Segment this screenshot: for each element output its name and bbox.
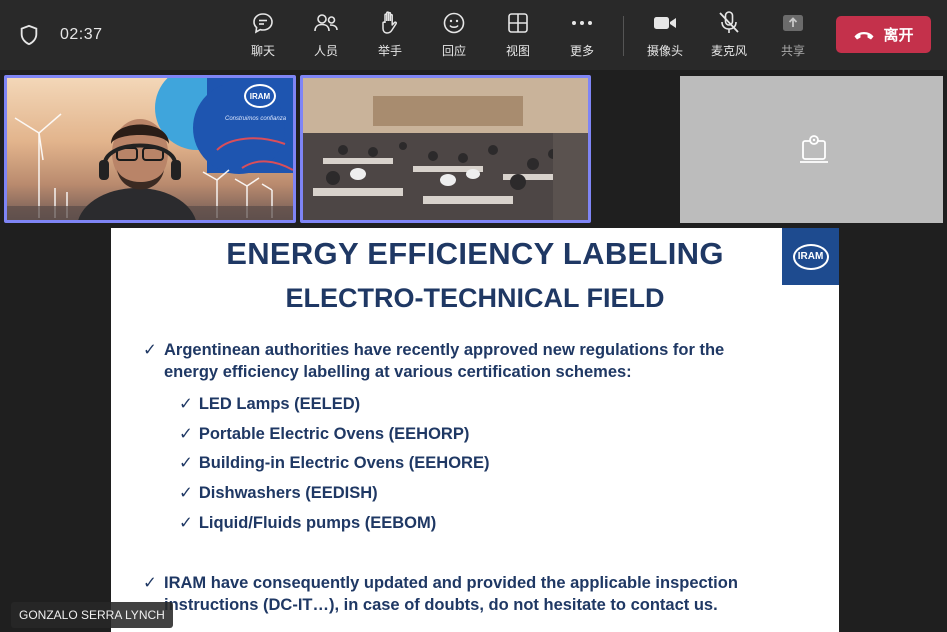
view-label: 视图 [505, 44, 530, 58]
camera-icon [652, 10, 678, 36]
slide-bullet-1: ✓ Argentinean authorities have recently … [143, 341, 725, 381]
chat-icon [250, 10, 276, 36]
raise-hand-label: 举手 [377, 44, 402, 58]
view-button[interactable]: 视图 [491, 10, 545, 64]
chat-button[interactable]: 聊天 [236, 10, 290, 64]
video-tile-camera-off[interactable] [680, 76, 943, 223]
leave-label: 离开 [883, 26, 914, 44]
checkmark-icon: ✓ [143, 574, 157, 592]
slide-title: ENERGY EFFICIENCY LABELING [226, 236, 724, 271]
video-tile-presenter[interactable]: IRAM Construimos confianza [4, 75, 296, 223]
checkmark-icon: ✓ [179, 514, 193, 532]
more-label: 更多 [569, 44, 594, 58]
checkmark-icon: ✓ [179, 425, 193, 443]
slide-subtitle: ELECTRO-TECHNICAL FIELD [285, 283, 665, 313]
slide-item: ✓ Portable Electric Ovens (EEHORP) [179, 425, 470, 443]
share-label: 共享 [780, 44, 805, 58]
iram-logo-badge: IRAM [244, 84, 276, 108]
speaker-name-tag: GONZALO SERRA LYNCH [11, 602, 173, 628]
presenter-tagline: Construimos confianza [225, 116, 287, 122]
react-label: 回应 [441, 44, 466, 58]
camera-button[interactable]: 摄像头 [638, 10, 692, 64]
hand-icon [377, 10, 403, 36]
mic-label: 麦克风 [710, 44, 747, 58]
people-icon [313, 10, 339, 36]
react-button[interactable]: 回应 [427, 10, 481, 64]
slide-item: ✓ Dishwashers (EEDISH) [179, 484, 378, 502]
slide-item: ✓ Liquid/Fluids pumps (EEBOM) [179, 514, 437, 532]
slide-bullet-2: ✓ IRAM have consequently updated and pro… [143, 574, 738, 614]
more-button[interactable]: 更多 [555, 10, 609, 64]
video-tile-conference-room[interactable] [300, 75, 591, 223]
leave-button[interactable]: 离开 [836, 16, 931, 53]
shared-presentation-slide: IRAM ENERGY EFFICIENCY LABELING ELECTRO-… [111, 228, 839, 632]
checkmark-icon: ✓ [179, 395, 193, 413]
slide-item: ✓ LED Lamps (EELED) [179, 395, 361, 413]
room-device-icon [800, 135, 828, 163]
raise-hand-button[interactable]: 举手 [363, 10, 417, 64]
people-button[interactable]: 人员 [299, 10, 353, 64]
checkmark-icon: ✓ [179, 484, 193, 502]
hang-up-icon [854, 31, 874, 39]
more-dots-icon [569, 10, 595, 36]
slide-item: ✓ Building-in Electric Ovens (EEHORE) [179, 454, 490, 472]
meeting-timer: 02:37 [60, 26, 103, 43]
mic-button[interactable]: 麦克风 [702, 10, 756, 64]
chat-label: 聊天 [250, 44, 275, 58]
grid-view-icon [505, 10, 531, 36]
camera-label: 摄像头 [646, 44, 683, 58]
share-button[interactable]: 共享 [766, 10, 820, 64]
checkmark-icon: ✓ [143, 341, 157, 359]
meeting-toolbar: 02:37 聊天 人员 举手 回应 视图 更多 摄像头 麦克风 共享 离开 [0, 0, 947, 70]
smiley-icon [441, 10, 467, 36]
checkmark-icon: ✓ [179, 454, 193, 472]
conference-room-video-frame [303, 78, 588, 220]
mic-muted-icon [716, 10, 742, 36]
shield-icon[interactable] [18, 24, 40, 46]
share-icon [780, 10, 806, 36]
toolbar-divider [623, 16, 624, 56]
people-label: 人员 [313, 44, 338, 58]
